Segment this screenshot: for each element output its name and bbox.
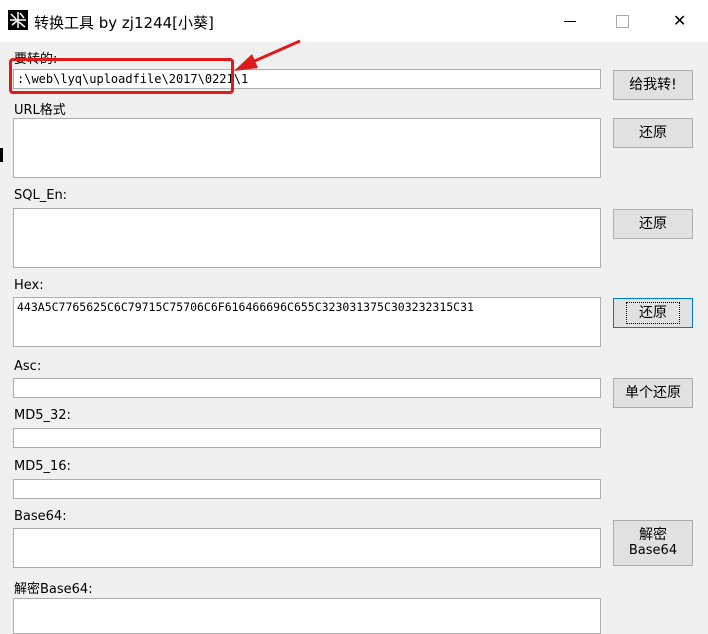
url-output[interactable] [13, 118, 601, 178]
red-highlight-box [9, 58, 234, 94]
label-decode-base64: 解密Base64: [14, 582, 93, 597]
decode-base64-output[interactable] [13, 598, 601, 634]
sql-en-output[interactable] [13, 208, 601, 268]
restore-url-button[interactable]: 还原 [613, 118, 693, 148]
close-icon: ✕ [673, 11, 687, 30]
label-base64: Base64: [14, 509, 67, 524]
convert-button[interactable]: 给我转! [613, 70, 693, 100]
md5-16-output[interactable] [13, 479, 601, 499]
asc-output[interactable] [13, 378, 601, 398]
close-button[interactable]: ✕ [664, 9, 694, 33]
label-url: URL格式 [14, 103, 66, 118]
label-sql-en: SQL_En: [14, 188, 68, 203]
restore-hex-label: 还原 [626, 302, 680, 324]
base64-output[interactable] [13, 528, 601, 568]
title-bar[interactable]: 转换工具 by zj1244[小葵] ✕ [0, 0, 708, 42]
minimize-button[interactable] [555, 9, 585, 33]
label-asc: Asc: [14, 359, 42, 374]
maximize-button[interactable] [608, 9, 638, 33]
background-edge [0, 148, 3, 162]
restore-sql-button[interactable]: 还原 [613, 209, 693, 239]
decrypt-label-line1: 解密 [639, 527, 667, 543]
decrypt-base64-button[interactable]: 解密 Base64 [613, 520, 693, 566]
label-hex: Hex: [14, 278, 44, 293]
decrypt-label-line2: Base64 [628, 543, 678, 558]
red-arrow-icon [234, 39, 301, 71]
restore-single-button[interactable]: 单个还原 [613, 378, 693, 408]
window-title: 转换工具 by zj1244[小葵] [34, 14, 214, 32]
label-md5-16: MD5_16: [14, 459, 71, 474]
hex-output[interactable]: 443A5C7765625C6C79715C75706C6F616466696C… [13, 297, 601, 347]
restore-hex-button[interactable]: 还原 [613, 298, 693, 328]
md5-32-output[interactable] [13, 428, 601, 448]
app-icon [8, 10, 28, 30]
label-md5-32: MD5_32: [14, 408, 71, 423]
